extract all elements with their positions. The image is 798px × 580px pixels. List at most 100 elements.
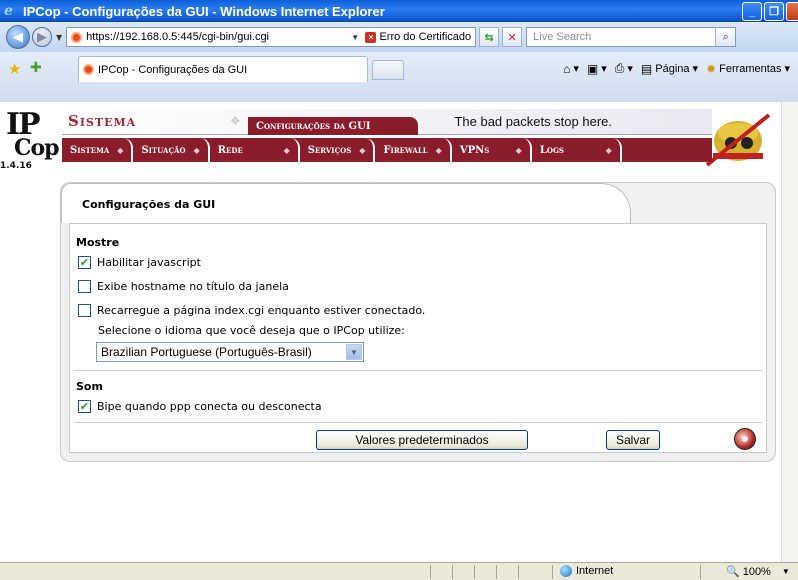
menu-arrow-icon: ◆ (359, 145, 366, 155)
site-warning-icon (71, 31, 83, 43)
url-input[interactable]: https://192.168.0.5:445/cgi-bin/gui.cgi … (66, 27, 477, 47)
chevron-down-icon[interactable]: ▼ (346, 344, 362, 360)
divider (74, 422, 762, 423)
zoom-icon: 🔍 (726, 566, 740, 578)
home-button[interactable]: ⌂ ▾ (563, 62, 579, 76)
back-button[interactable]: ◀ (6, 25, 30, 49)
menu-label: Logs (539, 144, 564, 156)
ipcop-mascot-icon (705, 113, 771, 167)
help-icon[interactable] (734, 428, 756, 450)
hostname-title-checkbox[interactable] (78, 280, 91, 293)
feeds-button[interactable]: ▣ ▾ (587, 62, 607, 76)
status-separator (700, 565, 701, 579)
feeds-icon: ▣ (586, 61, 599, 76)
tab-site-icon (83, 64, 94, 75)
subsection-tab[interactable]: Configurações da GUI (248, 117, 418, 135)
slogan: The bad packets stop here. (454, 114, 612, 129)
menu-label: Sistema (70, 144, 110, 156)
menu-arrow-icon: ◆ (515, 145, 522, 155)
beep-row: ✔ Bipe quando ppp conecta ou desconecta (78, 400, 322, 413)
url-dropdown-icon[interactable]: ▼ (351, 33, 359, 42)
stop-button[interactable]: ✕ (502, 27, 523, 47)
close-button[interactable] (786, 2, 798, 21)
vertical-scrollbar[interactable] (781, 102, 798, 562)
section-arrow-icon: ❖ (230, 114, 241, 128)
gui-settings-panel: Configurações da GUI Mostre ✔ Habilitar … (60, 182, 776, 462)
language-select[interactable]: Brazilian Portuguese (Português-Brasil) … (96, 342, 364, 362)
language-select-value: Brazilian Portuguese (Português-Brasil) (101, 345, 312, 359)
version-label: 1.4.16 (0, 161, 32, 171)
menu-servicos[interactable]: Serviços ◆ (299, 138, 376, 162)
print-button[interactable]: ⎙ ▾ (615, 61, 633, 76)
menu-situacao[interactable]: Situação ◆ (133, 138, 210, 162)
globe-icon (560, 565, 572, 577)
maximize-button[interactable]: ❐ (764, 2, 784, 21)
section-heading-sound: Som (76, 380, 103, 393)
beep-checkbox[interactable]: ✔ (78, 400, 91, 413)
ie-logo-icon: e (4, 3, 13, 19)
page-menu[interactable]: ▤ Página ▾ (641, 62, 698, 76)
enable-javascript-label: Habilitar javascript (97, 256, 201, 269)
menu-sistema[interactable]: Sistema ◆ (62, 138, 134, 162)
menu-label: Situação (141, 144, 186, 156)
menu-label: Firewall (383, 144, 428, 156)
beep-label: Bipe quando ppp conecta ou desconecta (97, 400, 322, 413)
enable-javascript-checkbox[interactable]: ✔ (78, 256, 91, 269)
search-icon[interactable]: ⌕ (715, 28, 736, 46)
section-title: Sistema (68, 112, 137, 130)
status-separator (496, 565, 497, 579)
tab-bar: ★ ✚ IPCop - Configurações da GUI ⌂ ▾ ▣ ▾ ⎙… (0, 52, 798, 102)
menu-vpns[interactable]: VPNs ◆ (451, 138, 532, 162)
save-button[interactable]: Salvar (606, 430, 660, 450)
panel-title: Configurações da GUI (82, 198, 216, 211)
defaults-button[interactable]: Valores predeterminados (316, 430, 528, 450)
chevron-down-icon: ▼ (781, 567, 790, 576)
status-separator (552, 565, 553, 579)
certificate-error[interactable]: ✕ Erro do Certificado (365, 31, 471, 43)
menu-label: VPNs (459, 144, 490, 156)
ipcop-header: IP Cop 1.4.16 Sistema ❖ Configurações da… (0, 102, 781, 180)
status-bar: Internet 🔍 100% ▼ (0, 562, 798, 580)
menu-label: Rede (217, 144, 243, 156)
tools-menu-label: Ferramentas (719, 62, 782, 75)
page-menu-label: Página (655, 62, 690, 75)
minimize-button[interactable]: _ (742, 2, 762, 21)
menu-arrow-icon: ◆ (117, 145, 124, 155)
status-separator (452, 565, 453, 579)
zoom-label: 100% (742, 565, 771, 578)
tab-label: IPCop - Configurações da GUI (98, 63, 248, 76)
reload-index-checkbox[interactable] (78, 304, 91, 317)
new-tab-button[interactable] (372, 60, 404, 80)
security-zone[interactable]: Internet (560, 565, 613, 577)
hostname-title-label: Exibe hostname no título da janela (97, 280, 289, 293)
search-input[interactable]: Live Search ⌕ (526, 27, 737, 47)
search-placeholder: Live Search (533, 31, 592, 43)
window-titlebar: e IPCop - Configurações da GUI - Windows… (0, 0, 798, 22)
hostname-title-row: Exibe hostname no título da janela (78, 280, 289, 293)
gear-icon: ✹ (706, 61, 717, 76)
menu-logs[interactable]: Logs ◆ (531, 138, 622, 162)
add-favorite-icon[interactable]: ✚ (30, 60, 42, 76)
security-zone-label: Internet (576, 565, 614, 577)
menu-arrow-icon: ◆ (605, 145, 612, 155)
reload-index-row: Recarregue a página index.cgi enquanto e… (78, 304, 425, 317)
forward-button[interactable]: ▶ (32, 27, 52, 47)
menu-arrow-icon: ◆ (435, 145, 442, 155)
printer-icon: ⎙ (614, 61, 625, 75)
history-dropdown-icon[interactable]: ▼ (56, 33, 62, 42)
address-bar: ◀ ▶ ▼ https://192.168.0.5:445/cgi-bin/gu… (0, 22, 798, 52)
status-separator (474, 565, 475, 579)
main-menu: Sistema ◆ Situação ◆ Rede ◆ Serviços ◆ Firew… (62, 138, 712, 162)
tab-active[interactable]: IPCop - Configurações da GUI (78, 56, 368, 82)
favorites-star-icon[interactable]: ★ (8, 60, 21, 78)
tools-menu[interactable]: ✹ Ferramentas ▾ (706, 62, 790, 76)
status-separator (518, 565, 519, 579)
web-page: IP Cop 1.4.16 Sistema ❖ Configurações da… (0, 102, 781, 562)
refresh-button[interactable]: ⇆ (479, 27, 500, 47)
zoom-control[interactable]: 🔍 100% ▼ (726, 565, 790, 579)
menu-rede[interactable]: Rede ◆ (209, 138, 300, 162)
command-bar: ⌂ ▾ ▣ ▾ ⎙ ▾ ▤ Página ▾ ✹ Ferramentas ▾ (563, 61, 790, 76)
menu-label: Serviços (307, 144, 352, 156)
menu-firewall[interactable]: Firewall ◆ (375, 138, 452, 162)
window-controls: _ ❐ (742, 2, 798, 21)
